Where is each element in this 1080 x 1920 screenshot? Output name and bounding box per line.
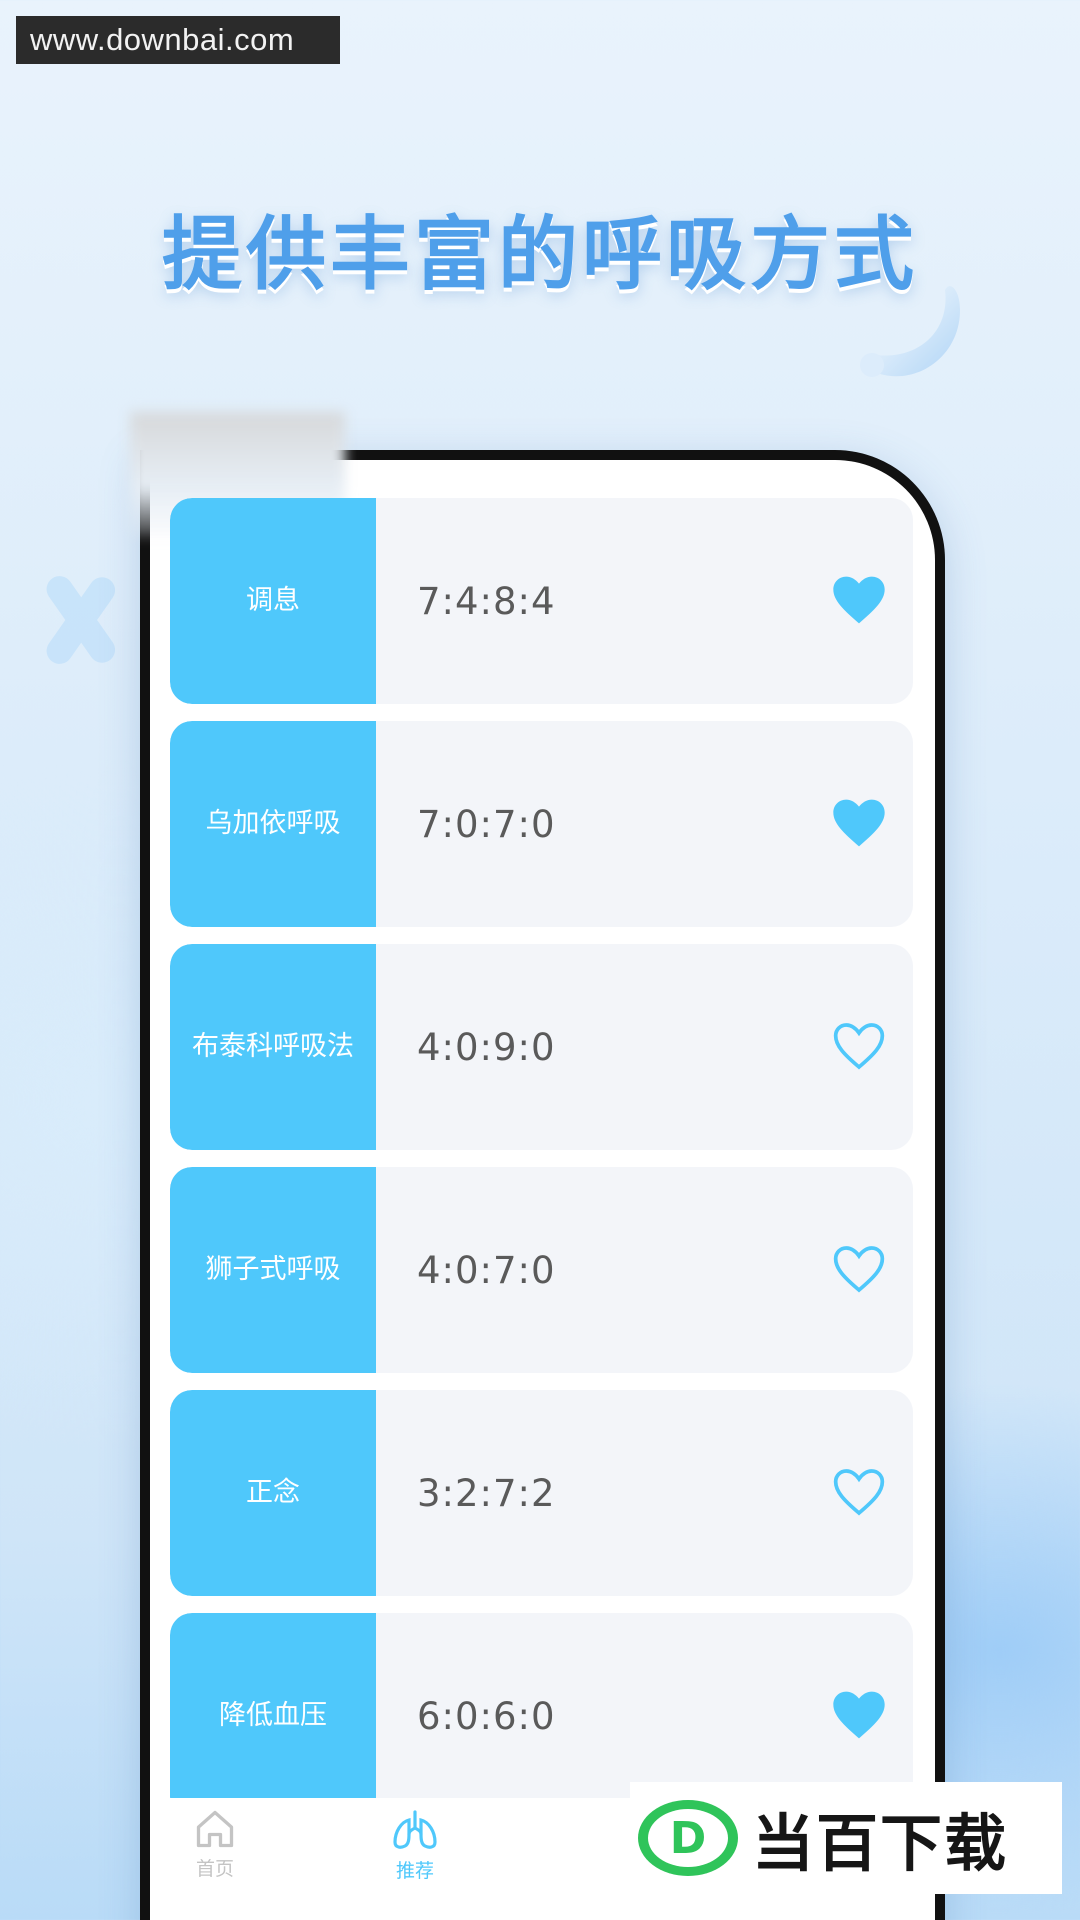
method-ratio: 3:2:7:2 [417, 1471, 556, 1515]
watermark-url: www.downbai.com [16, 16, 340, 64]
tab-recommend[interactable]: 推荐 [355, 1808, 475, 1883]
method-ratio: 7:0:7:0 [417, 802, 556, 846]
method-ratio: 6:0:6:0 [417, 1694, 556, 1738]
method-name: 调息 [170, 498, 376, 704]
lungs-icon [393, 1810, 437, 1849]
tab-recommend-label: 推荐 [395, 1860, 434, 1882]
method-card[interactable]: 正念 3:2:7:2 [170, 1390, 913, 1596]
heart-outline-icon[interactable] [831, 1243, 887, 1295]
tab-home-label: 首页 [195, 1858, 234, 1880]
heart-outline-icon[interactable] [831, 1466, 887, 1518]
method-name: 狮子式呼吸 [170, 1167, 376, 1373]
method-card[interactable]: 乌加依呼吸 7:0:7:0 [170, 721, 913, 927]
brand-name: 当百下载 [752, 1807, 1009, 1880]
method-ratio: 7:4:8:4 [417, 579, 556, 623]
brand-logo-icon: D [638, 1800, 738, 1876]
decorative-swirl-icon [860, 286, 960, 377]
heart-outline-icon[interactable] [831, 1020, 887, 1072]
method-card[interactable]: 布泰科呼吸法 4:0:9:0 [170, 944, 913, 1150]
method-name: 乌加依呼吸 [170, 721, 376, 927]
heart-filled-icon[interactable] [831, 797, 887, 849]
method-name: 降低血压 [170, 1613, 376, 1819]
method-card[interactable]: 调息 7:4:8:4 [170, 498, 913, 704]
method-name: 布泰科呼吸法 [170, 944, 376, 1150]
brand-logo-letter: D [670, 1813, 707, 1864]
method-ratio: 4:0:9:0 [417, 1025, 556, 1069]
method-card[interactable]: 狮子式呼吸 4:0:7:0 [170, 1167, 913, 1373]
heart-filled-icon[interactable] [831, 1689, 887, 1741]
home-icon [196, 1810, 234, 1848]
decorative-cross-icon [46, 576, 116, 664]
method-ratio: 4:0:7:0 [417, 1248, 556, 1292]
tab-home[interactable]: 首页 [155, 1808, 275, 1881]
method-name: 正念 [170, 1390, 376, 1596]
brand-watermark: D 当百下载 [630, 1782, 1062, 1894]
heart-filled-icon[interactable] [831, 574, 887, 626]
